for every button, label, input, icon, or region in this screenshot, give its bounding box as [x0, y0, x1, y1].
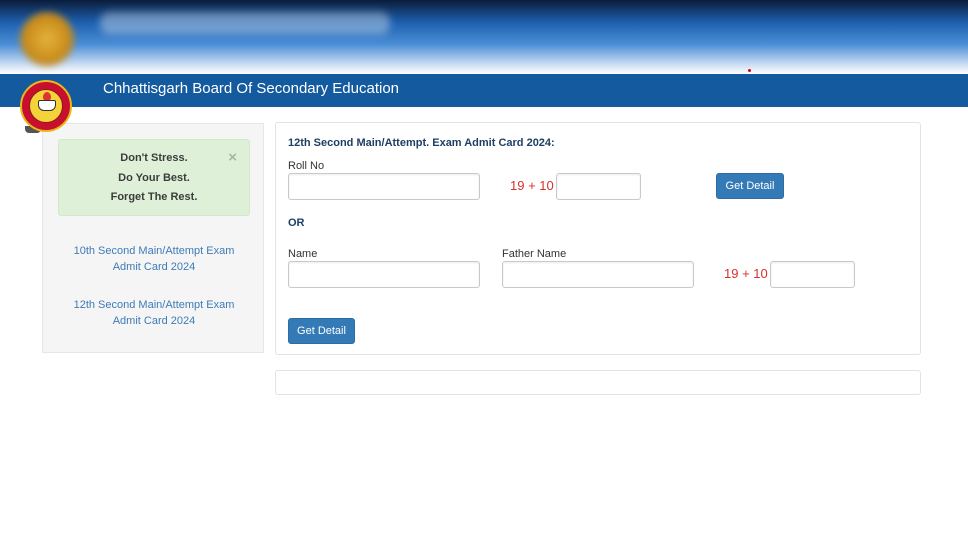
book-icon — [38, 100, 56, 111]
roll-no-input[interactable] — [288, 173, 480, 200]
alert-line-2: Do Your Best. — [118, 171, 190, 184]
sidebar-link-label: 12th Second Main/Attempt Exam Admit Card… — [73, 299, 235, 327]
name-label: Name — [288, 248, 318, 260]
alert-line-3: Forget The Rest. — [110, 191, 198, 203]
alert-line-1: Don't Stress. — [120, 152, 188, 164]
name-input[interactable] — [288, 261, 480, 288]
close-icon[interactable]: × — [228, 150, 237, 165]
father-name-label: Father Name — [502, 248, 567, 260]
banner-logo — [18, 10, 76, 68]
captcha-answer-input-1[interactable] — [556, 173, 641, 200]
get-detail-button-2[interactable]: Get Detail — [288, 318, 355, 344]
sidebar-link-12th-admit-card[interactable]: 12th Second Main/Attempt Exam Admit Card… — [43, 297, 265, 329]
results-panel — [275, 370, 921, 395]
sidebar-link-label: 10th Second Main/Attempt Exam Admit Card… — [73, 245, 235, 273]
header-bar: Chhattisgarh Board Of Secondary Educatio… — [0, 74, 968, 107]
admit-card-form-panel: 12th Second Main/Attempt. Exam Admit Car… — [275, 122, 921, 355]
get-detail-button-1[interactable]: Get Detail — [716, 173, 784, 199]
father-name-input[interactable] — [502, 261, 694, 288]
cgbse-seal-logo — [20, 80, 72, 132]
roll-no-label: Roll No — [288, 160, 325, 172]
motivation-alert: × Don't Stress. Do Your Best. Forget The… — [58, 139, 250, 216]
or-separator: OR — [288, 217, 305, 229]
page-title: Chhattisgarh Board Of Secondary Educatio… — [103, 80, 400, 97]
captcha-question-2: 19 + 10 — [724, 266, 768, 281]
sidebar: × Don't Stress. Do Your Best. Forget The… — [42, 123, 264, 353]
captcha-answer-input-2[interactable] — [770, 261, 855, 288]
top-banner — [0, 0, 968, 74]
seal-inner — [29, 89, 63, 123]
form-title: 12th Second Main/Attempt. Exam Admit Car… — [288, 137, 555, 149]
sidebar-link-10th-admit-card[interactable]: 10th Second Main/Attempt Exam Admit Card… — [43, 243, 265, 275]
captcha-question-1: 19 + 10 — [510, 178, 554, 193]
banner-dot — [748, 69, 751, 72]
banner-title-blurred — [100, 12, 390, 34]
